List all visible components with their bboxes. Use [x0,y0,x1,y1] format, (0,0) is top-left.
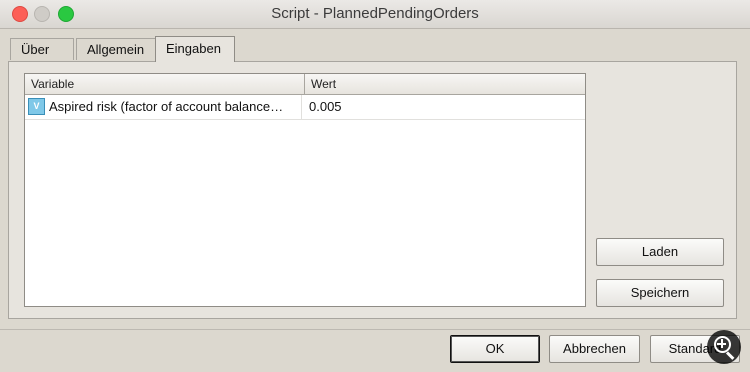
tab-allgemein[interactable]: Allgemein [76,38,156,60]
tab-eingaben[interactable]: Eingaben [155,36,235,62]
table-row[interactable]: V Aspired risk (factor of account balanc… [25,95,585,120]
dialog-window: Script - PlannedPendingOrders Über Allge… [0,0,750,372]
column-header-variable[interactable]: Variable [25,74,305,94]
value-cell[interactable]: 0.005 [309,95,579,119]
column-header-wert[interactable]: Wert [305,74,585,94]
tab-ueber[interactable]: Über [10,38,74,60]
zoom-in-icon[interactable] [707,330,741,364]
window-title: Script - PlannedPendingOrders [271,5,479,22]
table-header: Variable Wert [25,74,585,95]
title-bar: Script - PlannedPendingOrders [0,0,750,29]
footer-divider [0,329,750,330]
variable-cell[interactable]: Aspired risk (factor of account balance… [49,95,302,119]
load-button[interactable]: Laden [596,238,724,266]
inputs-table: Variable Wert V Aspired risk (factor of … [24,73,586,307]
save-button[interactable]: Speichern [596,279,724,307]
parameter-icon: V [28,98,45,115]
cancel-button[interactable]: Abbrechen [549,335,640,363]
ok-button[interactable]: OK [450,335,540,363]
